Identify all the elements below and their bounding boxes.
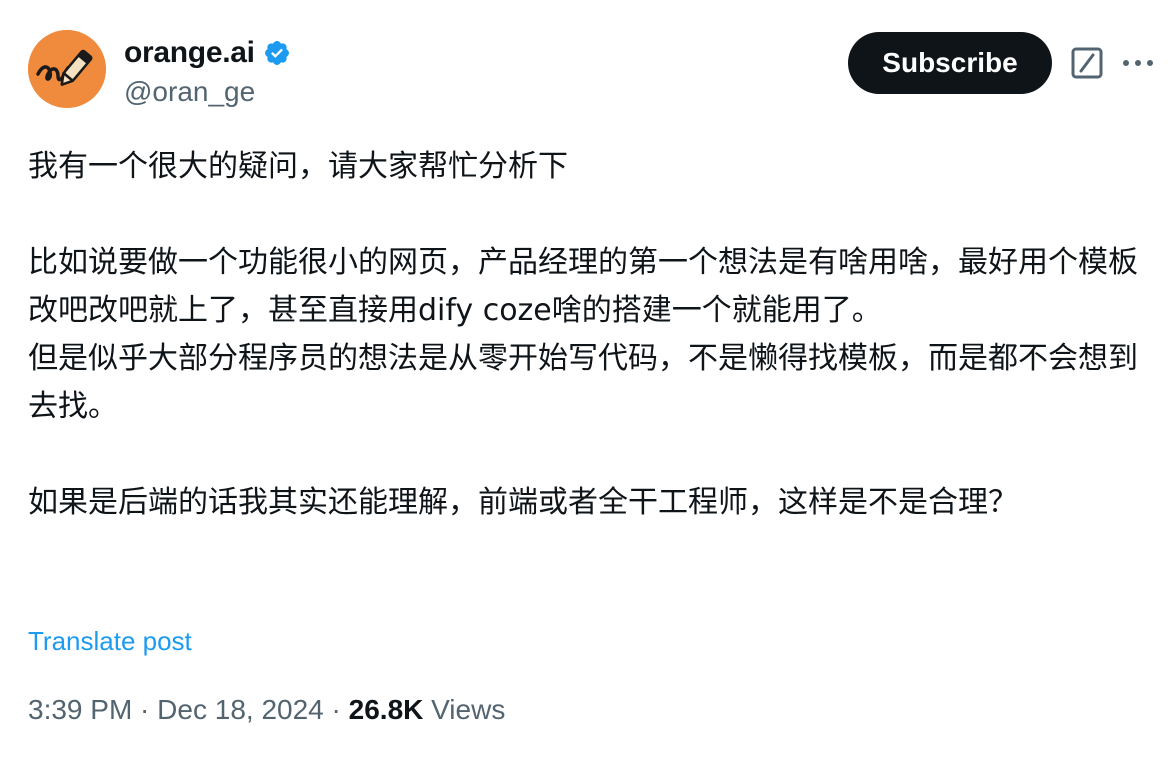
- tweet-text: 我有一个很大的疑问，请大家帮忙分析下 比如说要做一个功能很小的网页，产品经理的第…: [28, 143, 1144, 527]
- tweet-paragraph: 但是似乎大部分程序员的想法是从零开始写代码，不是懒得找模板，而是都不会想到去找。: [28, 341, 1138, 424]
- tweet-header: orange.ai @oran_ge Subscribe: [28, 30, 1153, 110]
- more-dots-icon[interactable]: [1120, 48, 1156, 78]
- orange-pen-scribble-avatar-icon: [28, 30, 106, 108]
- author-handle[interactable]: @oran_ge: [124, 74, 291, 110]
- views-label: Views: [423, 694, 506, 725]
- verified-badge-icon[interactable]: [263, 39, 291, 67]
- tweet-date[interactable]: Dec 18, 2024: [157, 694, 324, 725]
- tweet-paragraph: 比如说要做一个功能很小的网页，产品经理的第一个想法是有啥用啥，最好用个模板改吧改…: [28, 245, 1138, 328]
- display-name-row: orange.ai: [124, 34, 291, 72]
- tweet-paragraph: 我有一个很大的疑问，请大家帮忙分析下: [28, 149, 568, 184]
- grok-slash-icon[interactable]: [1070, 46, 1104, 80]
- meta-separator: ·: [132, 694, 158, 725]
- author-names: orange.ai @oran_ge: [124, 34, 291, 110]
- meta-separator: ·: [323, 694, 349, 725]
- author-display-name[interactable]: orange.ai: [124, 34, 255, 72]
- author-avatar[interactable]: [28, 30, 106, 108]
- views-count: 26.8K: [348, 694, 424, 725]
- tweet-time[interactable]: 3:39 PM: [28, 694, 132, 725]
- tweet-meta: 3:39 PM · Dec 18, 2024 · 26.8K Views: [28, 690, 505, 730]
- subscribe-button[interactable]: Subscribe: [848, 32, 1052, 94]
- tweet-paragraph: 如果是后端的话我其实还能理解，前端或者全干工程师，这样是不是合理？: [28, 485, 1018, 520]
- translate-post-link[interactable]: Translate post: [28, 623, 192, 659]
